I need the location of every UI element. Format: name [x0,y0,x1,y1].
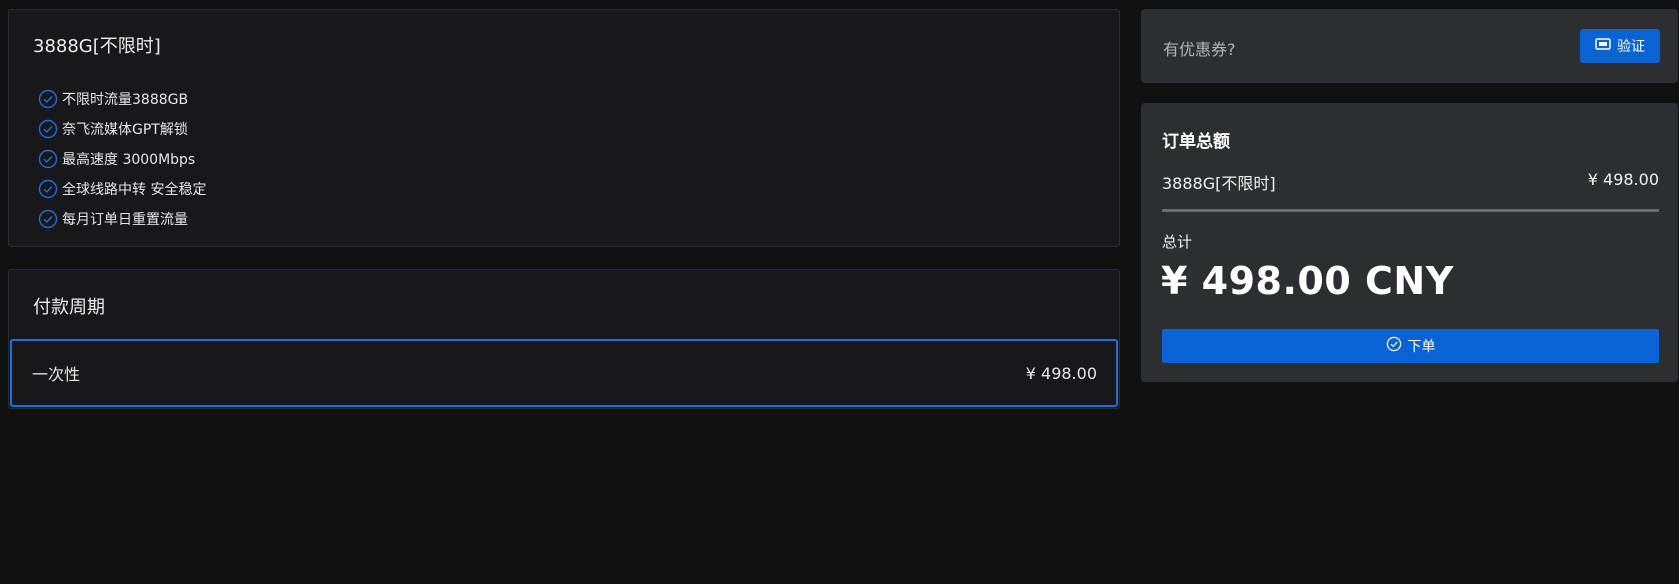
check-circle-icon [38,149,58,169]
feature-item: 最高速度 3000Mbps [38,144,206,174]
order-item-price: ¥ 498.00 [1587,170,1659,189]
cycle-option-price: ¥ 498.00 [1025,363,1097,383]
feature-item: 不限时流量3888GB [38,84,206,114]
feature-item: 全球线路中转 安全稳定 [38,174,206,204]
coupon-card: 有优惠券? 验证 [1141,9,1678,83]
payment-cycle-card: 付款周期 一次性 ¥ 498.00 [8,269,1120,409]
plan-card: 3888G[不限时] 不限时流量3888GB 奈飞流媒体GPT解锁 最高速度 3… [8,9,1120,247]
check-circle-icon [38,209,58,229]
feature-text: 不限时流量3888GB [62,92,189,108]
feature-list: 不限时流量3888GB 奈飞流媒体GPT解锁 最高速度 3000Mbps 全球线… [38,84,206,234]
feature-text: 最高速度 3000Mbps [62,152,196,168]
payment-cycle-option-one-time[interactable]: 一次性 ¥ 498.00 [10,339,1118,407]
check-circle-icon [38,119,58,139]
order-divider [1162,209,1659,212]
verify-coupon-button[interactable]: 验证 [1580,29,1660,63]
coupon-label: 有优惠券? [1163,40,1236,59]
feature-item: 奈飞流媒体GPT解锁 [38,114,206,144]
feature-text: 每月订单日重置流量 [62,212,188,228]
check-circle-icon [38,89,58,109]
order-summary-card: 订单总额 3888G[不限时] ¥ 498.00 总计 ¥ 498.00 CNY… [1141,103,1678,382]
order-line-item: 3888G[不限时] ¥ 498.00 [1162,170,1659,194]
total-label: 总计 [1162,233,1193,251]
feature-text: 奈飞流媒体GPT解锁 [62,122,188,138]
feature-text: 全球线路中转 安全稳定 [62,182,207,198]
order-item-name: 3888G[不限时] [1162,174,1276,193]
check-circle-icon [1386,336,1402,356]
payment-cycle-title: 付款周期 [33,297,105,318]
feature-item: 每月订单日重置流量 [38,204,206,234]
check-circle-icon [38,179,58,199]
cycle-option-label: 一次性 [32,365,81,384]
place-order-label: 下单 [1407,339,1436,355]
ticket-icon [1595,37,1611,55]
order-summary-title: 订单总额 [1162,132,1230,152]
plan-title: 3888G[不限时] [33,36,161,57]
place-order-button[interactable]: 下单 [1162,329,1659,363]
checkout-page: 3888G[不限时] 不限时流量3888GB 奈飞流媒体GPT解锁 最高速度 3… [0,0,1679,584]
total-amount: ¥ 498.00 CNY [1161,259,1454,303]
verify-button-label: 验证 [1617,39,1645,55]
